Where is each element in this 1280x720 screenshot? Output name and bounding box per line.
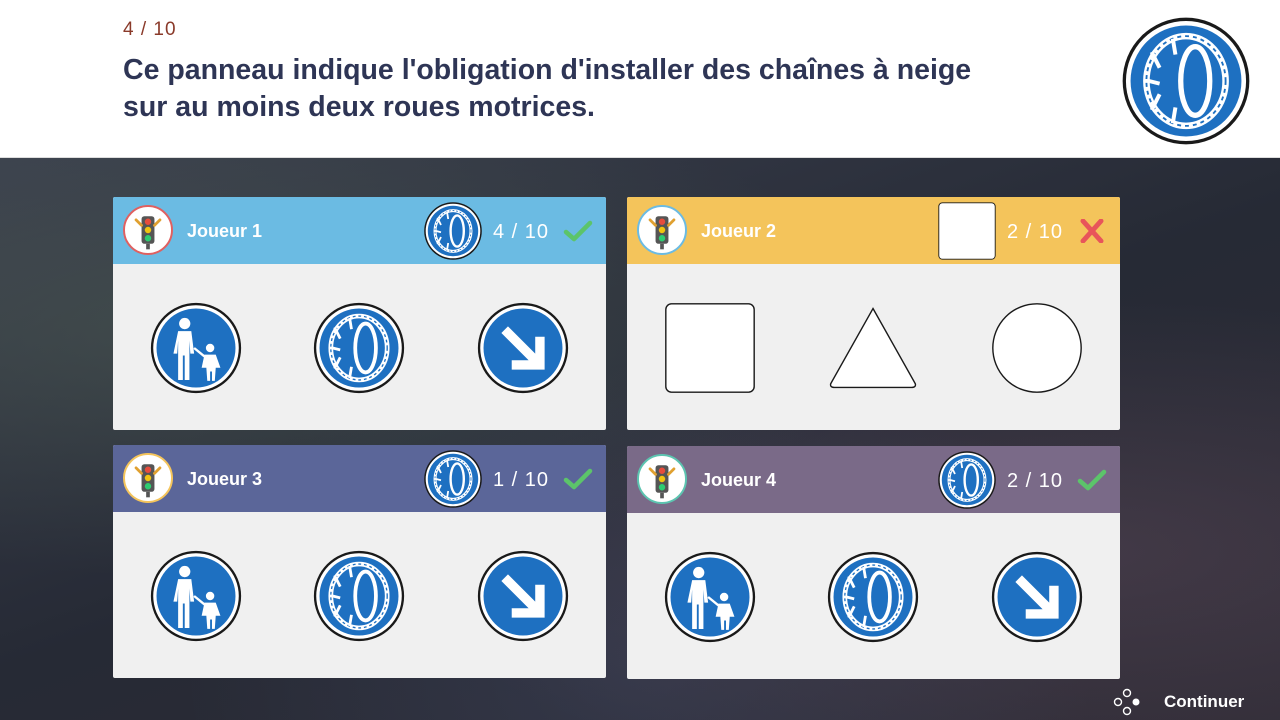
question-counter: 4 / 10 <box>123 19 177 40</box>
keep-right-arrow-sign-icon <box>476 549 570 643</box>
keep-right-arrow-sign-icon <box>476 301 570 395</box>
player-score: 2 / 10 <box>1007 470 1064 492</box>
controller-buttons-icon <box>1113 688 1140 716</box>
player-name: Joueur 3 <box>187 469 263 489</box>
traffic-light-mascot-icon <box>125 455 171 501</box>
player-header: Joueur 3 1 / 10 <box>113 445 606 512</box>
pedestrian-path-sign-icon <box>663 550 757 644</box>
avatar <box>637 454 687 504</box>
snow-chains-sign-icon <box>312 301 406 395</box>
check-icon <box>563 219 593 243</box>
avatar <box>123 205 173 255</box>
player-name: Joueur 2 <box>701 221 777 241</box>
player-score: 4 / 10 <box>493 221 550 243</box>
player-panel-1: Joueur 1 4 / 10 <box>113 197 606 430</box>
player-panel-3: Joueur 3 1 / 10 <box>113 445 606 678</box>
player-answer-snow-chains-icon <box>423 201 483 261</box>
pedestrian-path-sign-icon <box>149 549 243 643</box>
keep-right-arrow-sign-icon <box>990 550 1084 644</box>
continue-button[interactable]: Continuer <box>1112 688 1262 716</box>
player-panel-2: Joueur 2 2 / 10 <box>627 197 1120 430</box>
snow-chains-sign-icon <box>826 550 920 644</box>
blank-circle-shape-icon <box>990 301 1084 395</box>
cross-icon <box>1077 219 1107 243</box>
blank-square-shape-icon <box>663 301 757 395</box>
pedestrian-path-sign-icon <box>149 301 243 395</box>
player-answer-snow-chains-icon <box>423 449 483 509</box>
player-name: Joueur 1 <box>187 221 263 241</box>
check-icon <box>563 467 593 491</box>
player-score: 1 / 10 <box>493 469 550 491</box>
avatar <box>637 205 687 255</box>
question-header: 4 / 10 Ce panneau indique l'obligation d… <box>0 0 1280 158</box>
check-icon <box>1077 468 1107 492</box>
blank-triangle-shape-icon <box>826 301 920 395</box>
continue-label: Continuer <box>1164 692 1245 711</box>
snow-chains-sign-icon <box>312 549 406 643</box>
traffic-light-mascot-icon <box>639 456 685 502</box>
player-answer-snow-chains-icon <box>937 450 997 510</box>
snow-chains-sign-icon <box>1120 15 1252 147</box>
traffic-light-mascot-icon <box>125 207 171 253</box>
player-header: Joueur 1 4 / 10 <box>113 197 606 264</box>
player-header: Joueur 2 2 / 10 <box>627 197 1120 264</box>
traffic-light-mascot-icon <box>639 207 685 253</box>
player-name: Joueur 4 <box>701 470 777 490</box>
player-header: Joueur 4 2 / 10 <box>627 446 1120 513</box>
avatar <box>123 453 173 503</box>
player-panel-4: Joueur 4 2 / 10 <box>627 446 1120 679</box>
player-score: 2 / 10 <box>1007 221 1064 243</box>
question-text: Ce panneau indique l'obligation d'instal… <box>123 54 972 123</box>
player-answer-blank-square-icon <box>937 201 997 261</box>
